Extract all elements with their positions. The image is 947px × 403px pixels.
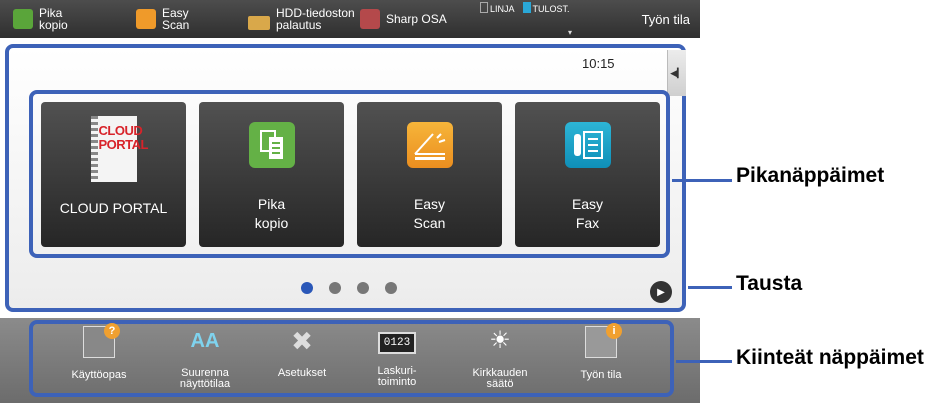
fixed-key-label: Käyttöopas: [71, 369, 127, 381]
fixed-key-job-status[interactable]: i Työn tila: [561, 323, 641, 381]
fixed-key-label: Asetukset: [277, 367, 327, 379]
status-indicators: LINJA TULOST.: [480, 2, 570, 14]
fixed-key-enlarge-display[interactable]: AA Suurenna näyttötilaa: [165, 326, 245, 390]
side-panel-toggle-icon[interactable]: ◀▎: [667, 50, 686, 96]
cloud-portal-icon-text: PORTAL: [98, 137, 149, 152]
counter-icon: 0123: [378, 332, 416, 354]
key-label: CLOUD PORTAL: [59, 200, 168, 216]
top-shortcut-label: Easy Scan: [162, 6, 190, 32]
key-cloud-portal[interactable]: CLOUD PORTAL CLOUD PORTAL: [41, 102, 186, 247]
question-badge-icon: ?: [104, 323, 120, 339]
callout-shortcut-keys: Pikanäppäimet: [736, 164, 885, 187]
status-tulost-label: TULOST.: [532, 4, 570, 14]
pika-kopio-icon: [248, 122, 295, 168]
page-indicator: [301, 282, 397, 294]
fixed-key-label: Kirkkauden säätö: [472, 367, 528, 390]
settings-icon: ✖: [291, 326, 313, 356]
key-easy-fax[interactable]: Easy Fax: [515, 102, 660, 247]
fixed-key-user-guide[interactable]: ? Käyttöopas: [59, 323, 139, 381]
key-pika-kopio[interactable]: Pika kopio: [199, 102, 344, 247]
status-tulost: TULOST.: [522, 2, 570, 14]
clock: 10:15: [582, 56, 615, 71]
top-shortcut-sharp-osa[interactable]: Sharp OSA: [360, 0, 447, 38]
sharp-osa-icon: [360, 9, 380, 29]
top-shortcut-pika-kopio[interactable]: Pika kopio: [13, 0, 68, 38]
brightness-icon: ☀: [489, 327, 511, 354]
fixed-key-brightness[interactable]: ☀ Kirkkauden säätö: [460, 326, 540, 390]
fixed-key-label: Työn tila: [580, 369, 622, 381]
info-badge-icon: i: [606, 323, 622, 339]
fixed-key-counter[interactable]: 0123 Laskuri- toiminto: [357, 326, 437, 388]
cloud-portal-icon-text: CLOUD: [98, 123, 143, 138]
pika-kopio-icon: [13, 9, 33, 29]
chevron-down-icon[interactable]: ▾: [568, 28, 572, 37]
folder-icon: [248, 16, 270, 30]
top-shortcut-easy-scan[interactable]: Easy Scan: [136, 0, 189, 38]
fax-phone-icon: [573, 131, 603, 159]
callout-background: Tausta: [736, 272, 803, 295]
top-bar: Pika kopio Easy Scan HDD-tiedoston palau…: [0, 0, 700, 38]
copy-documents-icon: [259, 130, 283, 159]
callout-line-fixed-keys: [676, 360, 732, 363]
callout-line-background: [688, 286, 732, 289]
easy-fax-icon: [564, 122, 611, 168]
cloud-portal-icon: CLOUD PORTAL: [90, 116, 148, 182]
next-page-button[interactable]: ▶: [650, 281, 672, 303]
user-guide-icon: ?: [83, 323, 120, 358]
status-linja-label: LINJA: [490, 4, 515, 14]
fixed-key-label: Laskuri- toiminto: [377, 365, 417, 388]
key-label: Easy Scan: [413, 196, 446, 231]
key-label: Pika kopio: [254, 196, 289, 231]
page-dot[interactable]: [357, 282, 369, 294]
easy-scan-icon: [406, 122, 453, 168]
cloud-portal-bars: [90, 116, 98, 182]
key-label: Easy Fax: [571, 196, 604, 231]
page-dot[interactable]: [385, 282, 397, 294]
easy-scan-icon: [136, 9, 156, 29]
callout-line-shortcut-keys: [672, 179, 732, 182]
top-shortcut-label: Sharp OSA: [386, 12, 447, 26]
callout-fixed-keys: Kiinteät näppäimet: [736, 346, 924, 369]
page-dot[interactable]: [301, 282, 313, 294]
linja-indicator-icon: [480, 2, 488, 13]
tulost-indicator-icon: [522, 2, 531, 13]
top-shortcut-hdd-restore[interactable]: HDD-tiedoston palautus: [248, 0, 355, 38]
scanner-icon: [413, 133, 445, 160]
enlarge-display-icon: AA: [190, 330, 220, 352]
fixed-key-settings[interactable]: ✖ Asetukset: [262, 326, 342, 379]
top-shortcut-label: Pika kopio: [39, 6, 68, 32]
job-status-icon: i: [585, 323, 622, 358]
job-status-button[interactable]: Työn tila: [642, 0, 690, 38]
fixed-key-label: Suurenna näyttötilaa: [179, 367, 231, 390]
page-dot[interactable]: [329, 282, 341, 294]
key-easy-scan[interactable]: Easy Scan: [357, 102, 502, 247]
top-shortcut-label: HDD-tiedoston palautus: [276, 6, 355, 32]
status-linja: LINJA: [480, 2, 515, 14]
